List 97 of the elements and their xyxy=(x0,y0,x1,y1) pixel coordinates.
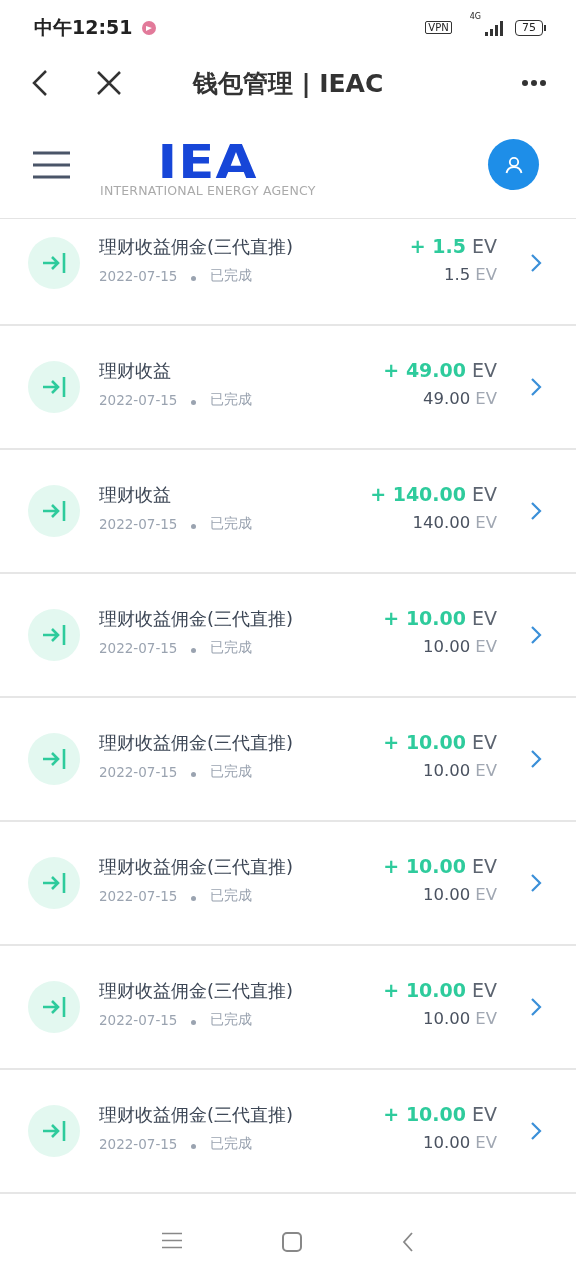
transaction-status: 已完成 xyxy=(210,887,253,905)
transaction-title: 理财收益佣金(三代直推) xyxy=(99,731,295,755)
separator-dot-icon xyxy=(191,772,197,777)
balance-unit: EV xyxy=(475,636,497,656)
transaction-amount: + 10.00 xyxy=(383,606,466,629)
balance-amount: 10.00 xyxy=(423,636,471,656)
balance-amount: 10.00 xyxy=(423,1132,471,1152)
transaction-amount: + 1.5 xyxy=(409,234,466,257)
balance-amount: 10.00 xyxy=(423,760,471,780)
transaction-amount: + 10.00 xyxy=(383,978,466,1001)
person-icon xyxy=(504,155,523,174)
logo-caption: INTERNATIONAL ENERGY AGENCY xyxy=(100,183,316,198)
balance-amount: 10.00 xyxy=(423,884,471,904)
chevron-right-icon[interactable] xyxy=(530,625,542,645)
balance-unit: EV xyxy=(475,264,497,284)
transaction-title: 理财收益佣金(三代直推) xyxy=(99,855,295,879)
logo-mark: IEA xyxy=(157,141,258,183)
profile-button[interactable] xyxy=(488,139,539,190)
menu-button[interactable] xyxy=(33,150,70,179)
status-time: 中午12:51 xyxy=(34,14,133,40)
chevron-right-icon[interactable] xyxy=(530,377,542,397)
amount-unit: EV xyxy=(472,1102,497,1125)
signal-icon xyxy=(483,19,505,36)
transaction-date: 2022-07-15 xyxy=(99,888,178,904)
balance-unit: EV xyxy=(475,1008,497,1028)
transaction-status: 已完成 xyxy=(210,763,253,781)
income-icon xyxy=(28,609,80,661)
amount-unit: EV xyxy=(472,854,497,877)
transaction-date: 2022-07-15 xyxy=(99,1012,178,1028)
transaction-amount: + 10.00 xyxy=(383,854,466,877)
transaction-date: 2022-07-15 xyxy=(99,268,178,284)
transaction-date: 2022-07-15 xyxy=(99,1136,178,1152)
battery-indicator: 75 xyxy=(515,19,546,36)
income-icon xyxy=(28,981,80,1033)
transaction-title: 理财收益佣金(三代直推) xyxy=(99,235,295,259)
chevron-right-icon[interactable] xyxy=(530,501,542,521)
balance-unit: EV xyxy=(475,388,497,408)
transaction-title: 理财收益 xyxy=(99,359,172,383)
separator-dot-icon xyxy=(191,648,197,653)
chevron-right-icon[interactable] xyxy=(530,1121,542,1141)
income-icon xyxy=(28,1105,80,1157)
transaction-title: 理财收益佣金(三代直推) xyxy=(99,979,295,1003)
transaction-status: 已完成 xyxy=(210,391,253,409)
balance-unit: EV xyxy=(475,512,497,532)
transaction-status: 已完成 xyxy=(210,639,253,657)
transaction-date: 2022-07-15 xyxy=(99,640,178,656)
amount-unit: EV xyxy=(472,730,497,753)
page-title: 钱包管理 | IEAC xyxy=(192,68,384,98)
transaction-amount: + 10.00 xyxy=(383,1102,466,1125)
amount-unit: EV xyxy=(472,358,497,381)
chevron-right-icon[interactable] xyxy=(530,749,542,769)
amount-unit: EV xyxy=(472,482,497,505)
income-icon xyxy=(28,485,80,537)
income-icon xyxy=(28,857,80,909)
transaction-title: 理财收益 xyxy=(99,483,172,507)
transaction-amount: + 10.00 xyxy=(383,730,466,753)
transaction-title: 理财收益佣金(三代直推) xyxy=(99,1103,295,1127)
balance-amount: 10.00 xyxy=(423,1008,471,1028)
amount-unit: EV xyxy=(472,234,497,257)
amount-unit: EV xyxy=(472,978,497,1001)
notification-icon xyxy=(142,20,157,35)
transaction-date: 2022-07-15 xyxy=(99,392,178,408)
separator-dot-icon xyxy=(191,1144,197,1149)
balance-amount: 49.00 xyxy=(423,388,471,408)
transaction-date: 2022-07-15 xyxy=(99,764,178,780)
transaction-amount: + 140.00 xyxy=(370,482,466,505)
transaction-title: 理财收益佣金(三代直推) xyxy=(99,607,295,631)
income-icon xyxy=(28,237,80,289)
balance-unit: EV xyxy=(475,884,497,904)
transaction-status: 已完成 xyxy=(210,515,253,533)
chevron-right-icon[interactable] xyxy=(530,873,542,893)
transaction-date: 2022-07-15 xyxy=(99,516,178,532)
income-icon xyxy=(28,361,80,413)
close-button[interactable] xyxy=(96,70,122,96)
home-button[interactable] xyxy=(282,1232,302,1252)
chevron-right-icon[interactable] xyxy=(530,997,542,1017)
balance-amount: 140.00 xyxy=(412,512,471,532)
vpn-indicator: VPN xyxy=(425,21,452,34)
separator-dot-icon xyxy=(191,524,197,529)
back-button[interactable] xyxy=(30,69,50,97)
balance-unit: EV xyxy=(475,760,497,780)
separator-dot-icon xyxy=(191,400,197,405)
separator-dot-icon xyxy=(191,276,197,281)
income-icon xyxy=(28,733,80,785)
separator-dot-icon xyxy=(191,1020,197,1025)
menu-button[interactable] xyxy=(162,1232,182,1249)
balance-unit: EV xyxy=(475,1132,497,1152)
transaction-amount: + 49.00 xyxy=(383,358,466,381)
balance-amount: 1.5 xyxy=(444,264,471,284)
chevron-right-icon[interactable] xyxy=(530,253,542,273)
network-type: 4G xyxy=(469,11,481,21)
more-button[interactable] xyxy=(522,80,546,86)
transaction-status: 已完成 xyxy=(210,267,253,285)
transaction-status: 已完成 xyxy=(210,1011,253,1029)
transaction-status: 已完成 xyxy=(210,1135,253,1153)
separator-dot-icon xyxy=(191,896,197,901)
amount-unit: EV xyxy=(472,606,497,629)
